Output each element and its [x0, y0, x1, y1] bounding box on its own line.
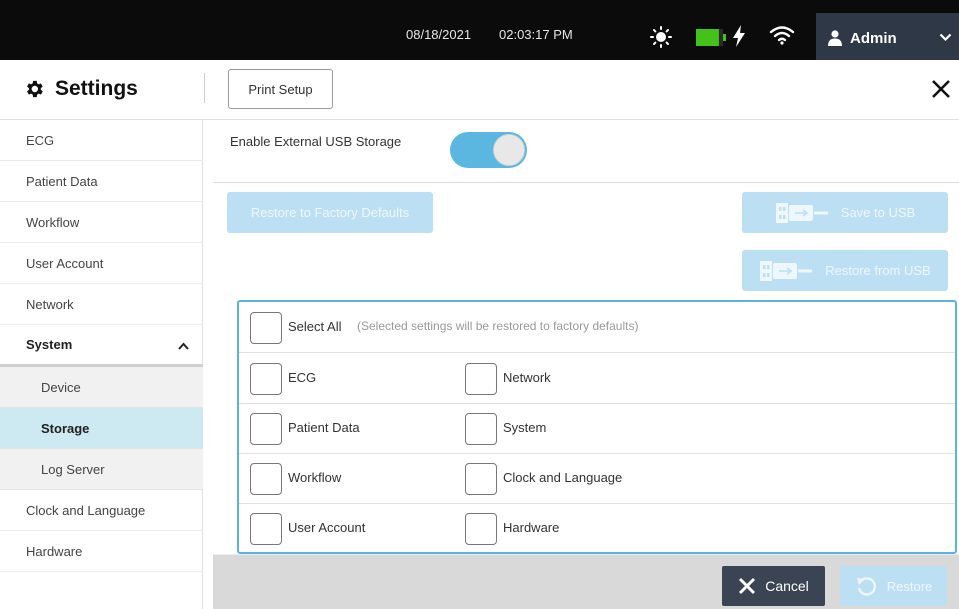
option-label: Workflow: [288, 470, 342, 485]
option-row: User Account Hardware: [239, 503, 955, 554]
select-all-row: Select All (Selected settings will be re…: [239, 302, 955, 353]
save-to-usb-label: Save to USB: [840, 205, 916, 220]
restore-factory-defaults-button[interactable]: Restore to Factory Defaults: [227, 192, 433, 233]
restore-from-usb-label: Restore from USB: [825, 263, 931, 278]
wifi-icon[interactable]: [769, 25, 795, 45]
option-label: Patient Data: [288, 420, 360, 435]
sidebar-item-patient-data[interactable]: Patient Data: [0, 161, 203, 202]
print-setup-button[interactable]: Print Setup: [228, 69, 333, 109]
sidebar-item-label: ECG: [26, 132, 55, 148]
status-bar: 08/18/2021 02:03:17 PM Admin: [0, 0, 959, 60]
sidebar-item-label: User Account: [26, 255, 104, 271]
undo-icon: [856, 577, 876, 596]
sidebar-item-label: Patient Data: [26, 173, 98, 189]
ecg-checkbox[interactable]: [250, 363, 282, 395]
option-label: ECG: [288, 370, 317, 385]
sidebar-item-label: Workflow: [26, 214, 80, 230]
sidebar-item-hardware[interactable]: Hardware: [0, 531, 203, 572]
sidebar-item-label: Storage: [41, 420, 90, 436]
network-checkbox[interactable]: [465, 363, 497, 395]
settings-header: Settings Print Setup: [0, 60, 959, 120]
select-all-checkbox[interactable]: [250, 312, 282, 344]
usb-drive-icon: [775, 202, 828, 223]
option-label: Network: [503, 370, 551, 385]
sidebar-item-label: Clock and Language: [26, 502, 146, 518]
restore-label: Restore: [886, 578, 933, 594]
user-icon: [828, 30, 842, 46]
usb-storage-row: Enable External USB Storage: [213, 120, 959, 183]
restore-from-usb-button[interactable]: Restore from USB: [742, 250, 948, 291]
storage-settings-panel: Enable External USB Storage Restore to F…: [213, 120, 959, 609]
system-checkbox[interactable]: [465, 413, 497, 445]
sidebar-group-system[interactable]: System: [0, 325, 203, 367]
option-row: ECG Network: [239, 353, 955, 404]
toggle-knob: [493, 134, 525, 166]
settings-sidebar: ECG Patient Data Workflow User Account N…: [0, 120, 203, 609]
user-name: Admin: [850, 30, 897, 47]
battery-icon: [696, 29, 726, 46]
sidebar-item-label: System: [26, 337, 73, 352]
sidebar-item-workflow[interactable]: Workflow: [0, 202, 203, 243]
sidebar-item-storage[interactable]: Storage: [0, 408, 203, 449]
select-all-hint: (Selected settings will be restored to f…: [357, 319, 639, 333]
workflow-checkbox[interactable]: [250, 463, 282, 495]
usb-storage-toggle[interactable]: [450, 132, 527, 168]
footer-actions: Cancel Restore: [213, 555, 959, 609]
save-to-usb-button[interactable]: Save to USB: [742, 192, 948, 233]
option-label: User Account: [288, 520, 366, 535]
status-date: 08/18/2021: [406, 27, 472, 42]
page-title: Settings: [55, 77, 138, 100]
cancel-label: Cancel: [765, 578, 809, 594]
usb-storage-label: Enable External USB Storage: [230, 134, 402, 149]
sidebar-item-log-server[interactable]: Log Server: [0, 449, 203, 490]
user-menu[interactable]: Admin: [816, 13, 959, 60]
restore-button[interactable]: Restore: [840, 566, 947, 606]
select-all-label: Select All: [288, 319, 342, 334]
cancel-button[interactable]: Cancel: [722, 566, 825, 606]
option-label: Clock and Language: [503, 470, 623, 485]
restore-selection-list: Select All (Selected settings will be re…: [237, 300, 957, 554]
sidebar-item-label: Device: [41, 379, 81, 395]
sidebar-item-user-account[interactable]: User Account: [0, 243, 203, 284]
sidebar-item-label: Log Server: [41, 461, 105, 477]
option-label: System: [503, 420, 547, 435]
sidebar-item-device[interactable]: Device: [0, 367, 203, 408]
close-icon[interactable]: [930, 78, 952, 100]
option-row: Patient Data System: [239, 403, 955, 454]
status-time: 02:03:17 PM: [499, 27, 573, 42]
patient-data-checkbox[interactable]: [250, 413, 282, 445]
charging-icon: [733, 25, 745, 47]
clock-and-language-checkbox[interactable]: [465, 463, 497, 495]
chevron-down-icon: [939, 33, 952, 42]
close-icon: [739, 577, 756, 595]
sidebar-item-label: Network: [26, 296, 74, 312]
usb-drive-icon: [760, 260, 813, 281]
restore-panel: Restore to Factory Defaults Save to USB: [213, 183, 959, 554]
option-row: Workflow Clock and Language: [239, 453, 955, 504]
hardware-checkbox[interactable]: [465, 513, 497, 545]
header-divider: [204, 73, 205, 103]
user-account-checkbox[interactable]: [250, 513, 282, 545]
brightness-icon[interactable]: [650, 26, 672, 48]
sidebar-item-network[interactable]: Network: [0, 284, 203, 325]
sidebar-item-label: Hardware: [26, 543, 83, 559]
sidebar-item-ecg[interactable]: ECG: [0, 120, 203, 161]
chevron-up-icon: [178, 342, 189, 350]
option-label: Hardware: [503, 520, 560, 535]
gear-icon: [27, 80, 43, 98]
sidebar-item-clock-and-language[interactable]: Clock and Language: [0, 490, 203, 531]
